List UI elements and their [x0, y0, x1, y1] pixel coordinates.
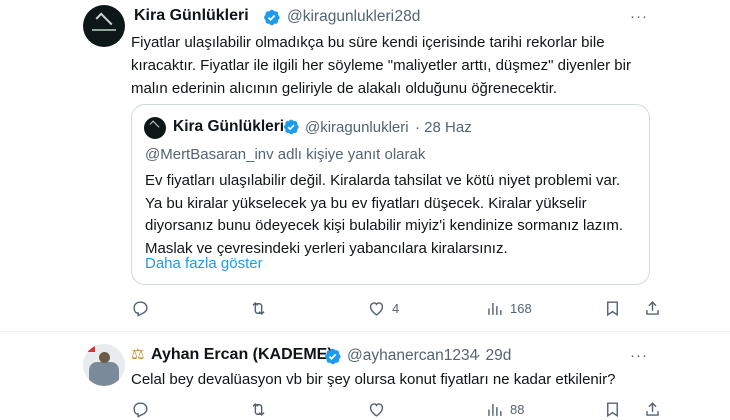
quoted-text-line: Ev fiyatları ulaşılabilir değil. Kiralar…	[145, 172, 621, 189]
author-handle[interactable]: @ayhanercan1234	[347, 347, 478, 365]
reply-context: @MertBasaran_inv adlı kişiye yanıt olara…	[145, 146, 426, 163]
heart-icon	[369, 301, 384, 316]
quoted-tweet[interactable]: Kira Günlükleri @kiragunlukleri · 28 Haz…	[131, 104, 650, 285]
avatar[interactable]	[83, 5, 125, 47]
reply-icon	[133, 300, 148, 317]
like-button[interactable]: 4	[367, 297, 399, 319]
tweet-text: Fiyatlar ulaşılabilir olmadıkça bu süre …	[131, 31, 691, 100]
quoted-text-line: Ya bu kiralar yükselecek ya bu ev fiyatl…	[145, 194, 587, 212]
retweet-button[interactable]	[249, 398, 274, 420]
share-icon	[646, 300, 659, 315]
heart-icon	[369, 402, 384, 417]
like-button[interactable]	[367, 398, 392, 420]
views-button[interactable]: 88	[485, 398, 524, 420]
retweet-button[interactable]	[249, 297, 274, 319]
tweet-text-line: kıracaktır. Fiyatlar ile ilgili her söyl…	[131, 57, 631, 74]
quoted-text: Ev fiyatları ulaşılabilir değil. Kiralar…	[145, 170, 645, 260]
quoted-timestamp: · 28 Haz	[415, 119, 472, 136]
tweet-text-line: Fiyatlar ulaşılabilir olmadıkça bu süre …	[131, 34, 605, 51]
tweet[interactable]: Kira Günlükleri @kiragunlukleri · 28d ··…	[0, 0, 730, 331]
show-more-link[interactable]: Daha fazla göster	[145, 252, 263, 275]
scales-icon: ⚖	[131, 346, 145, 363]
verified-badge-icon	[264, 9, 280, 26]
verified-badge-icon	[283, 119, 299, 135]
views-chart-icon	[488, 403, 502, 416]
retweet-icon	[252, 301, 265, 315]
like-count: 4	[392, 300, 400, 316]
tweet-actions: 88	[131, 398, 661, 420]
views-count: 168	[510, 300, 532, 316]
timestamp[interactable]: · 28d	[385, 8, 420, 26]
bookmark-icon	[607, 300, 618, 316]
tweet-text: Celal bey devalüasyon vb bir şey olursa …	[131, 371, 616, 388]
bookmark-button[interactable]	[603, 398, 622, 420]
author-name[interactable]: Ayhan Ercan (KADEME)	[151, 346, 333, 364]
verified-badge-icon	[325, 348, 341, 365]
reply-icon	[133, 401, 148, 418]
share-icon	[646, 401, 659, 416]
tweet-text-line: malın ederinin alıcının geliriyle de ala…	[131, 80, 558, 97]
author-handle[interactable]: @kiragunlukleri	[287, 8, 394, 26]
quoted-text-line: diyorsanız bunu ödeyecek kişi bulabilir …	[145, 217, 624, 234]
views-chart-icon	[488, 302, 502, 315]
quoted-author-name: Kira Günlükleri	[173, 118, 285, 135]
quoted-author-handle: @kiragunlukleri	[305, 119, 409, 136]
reply-button[interactable]	[131, 398, 156, 420]
bookmark-icon	[607, 401, 618, 417]
more-options-icon[interactable]: ···	[630, 347, 648, 364]
views-count: 88	[510, 401, 525, 417]
tweet-actions: 4 168	[131, 297, 661, 319]
quoted-avatar	[144, 117, 166, 139]
avatar[interactable]	[83, 344, 125, 386]
reply-button[interactable]	[131, 297, 156, 319]
views-button[interactable]: 168	[485, 297, 532, 319]
author-name[interactable]: Kira Günlükleri	[134, 7, 249, 25]
share-button[interactable]	[643, 297, 662, 319]
retweet-icon	[252, 402, 265, 416]
more-options-icon[interactable]: ···	[630, 8, 648, 25]
tweet[interactable]: ⚖ Ayhan Ercan (KADEME) @ayhanercan1234 ·…	[0, 332, 730, 420]
share-button[interactable]	[643, 398, 662, 420]
timestamp[interactable]: · 29d	[476, 347, 511, 365]
bookmark-button[interactable]	[603, 297, 622, 319]
